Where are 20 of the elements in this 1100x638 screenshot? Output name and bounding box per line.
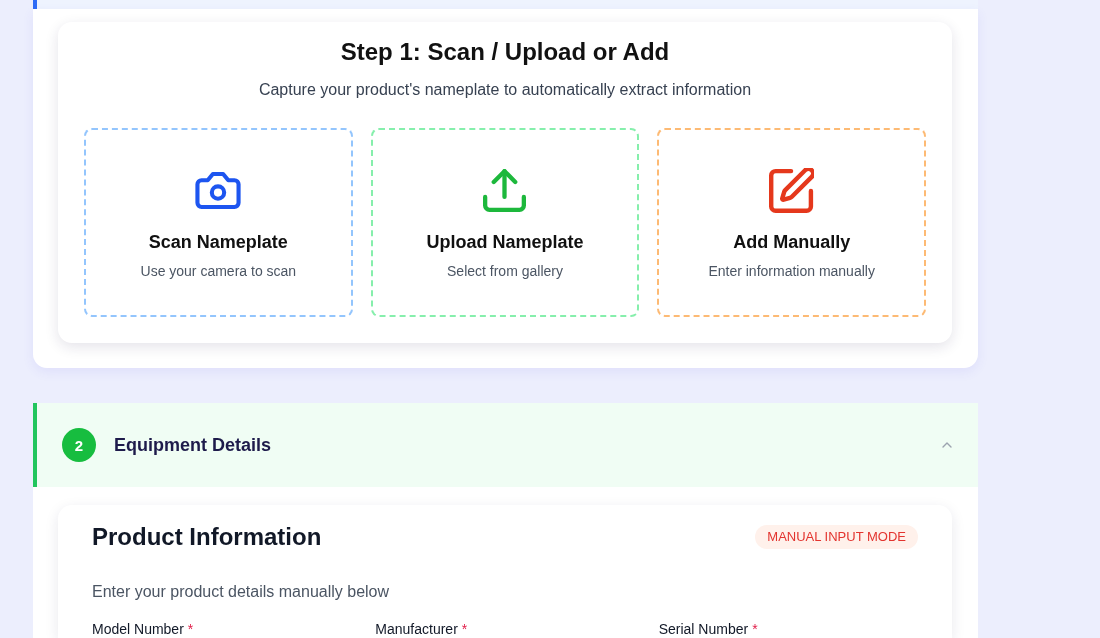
step-subtitle: Capture your product's nameplate to automatically extract information bbox=[257, 80, 753, 100]
required-mark: * bbox=[461, 621, 468, 638]
chevron-up-icon bbox=[942, 442, 952, 448]
field-label: Model Number bbox=[92, 621, 184, 638]
option-card[interactable]: Scan Nameplate Use your camera to scan bbox=[84, 128, 353, 317]
card-title: Product Information bbox=[92, 522, 322, 552]
step-title: Step 1: Scan / Upload or Add bbox=[339, 37, 671, 67]
section-title: Equipment Details bbox=[114, 434, 273, 456]
card-description: Enter your product details manually below bbox=[92, 582, 391, 602]
upload-icon bbox=[483, 168, 527, 212]
field-label: Manufacturer bbox=[375, 621, 458, 638]
pencil-square-icon bbox=[769, 167, 815, 213]
camera-icon bbox=[195, 171, 242, 209]
required-mark: * bbox=[752, 621, 758, 638]
step-number-badge: 2 bbox=[62, 428, 96, 462]
mode-badge: MANUAL INPUT MODE bbox=[755, 525, 918, 549]
option-card[interactable]: Upload Nameplate Select from gallery bbox=[370, 128, 640, 317]
option-card[interactable]: Add Manually Enter information manually bbox=[657, 128, 926, 317]
required-mark: * bbox=[187, 621, 194, 638]
field-label: Serial Number bbox=[658, 621, 749, 638]
